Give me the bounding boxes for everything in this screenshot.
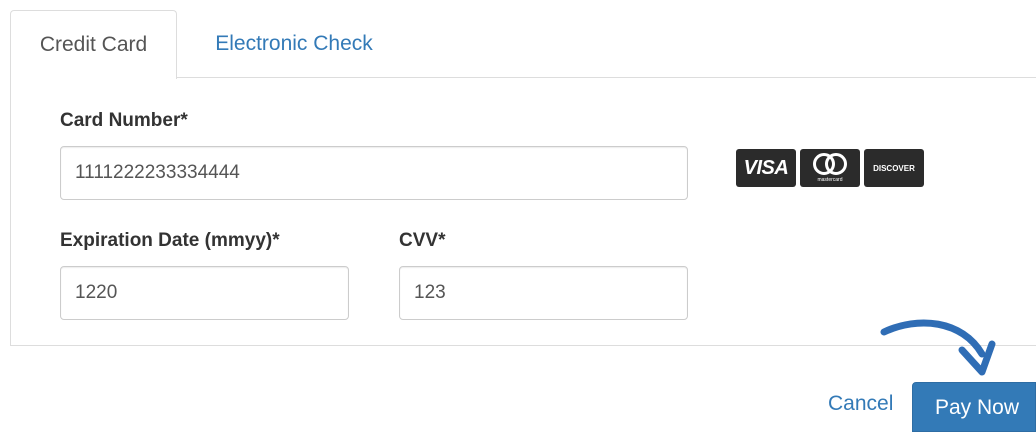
tab-electronic-check[interactable]: Electronic Check: [185, 10, 403, 78]
card-number-field[interactable]: 1111222233334444: [60, 146, 688, 200]
cancel-link[interactable]: Cancel: [828, 392, 893, 416]
cvv-field[interactable]: 123: [399, 266, 688, 320]
cvv-label: CVV*: [399, 230, 446, 251]
discover-icon: DISCOVER: [864, 149, 924, 187]
expiration-date-field[interactable]: 1220: [60, 266, 349, 320]
pay-now-button[interactable]: Pay Now: [912, 382, 1036, 432]
mastercard-icon: mastercard: [800, 149, 860, 187]
curved-arrow-icon: [880, 319, 996, 376]
payment-form: Credit Card Electronic Check Card Number…: [0, 0, 1036, 432]
mastercard-circles: [813, 153, 847, 175]
payment-tabs: Credit Card Electronic Check: [10, 10, 1036, 79]
accepted-cards: VISA mastercard DISCOVER: [736, 149, 924, 187]
card-number-label: Card Number*: [60, 110, 188, 131]
expiration-date-label: Expiration Date (mmyy)*: [60, 230, 280, 251]
mastercard-wordmark: mastercard: [817, 177, 843, 183]
tab-credit-card[interactable]: Credit Card: [10, 10, 177, 79]
visa-icon: VISA: [736, 149, 796, 187]
